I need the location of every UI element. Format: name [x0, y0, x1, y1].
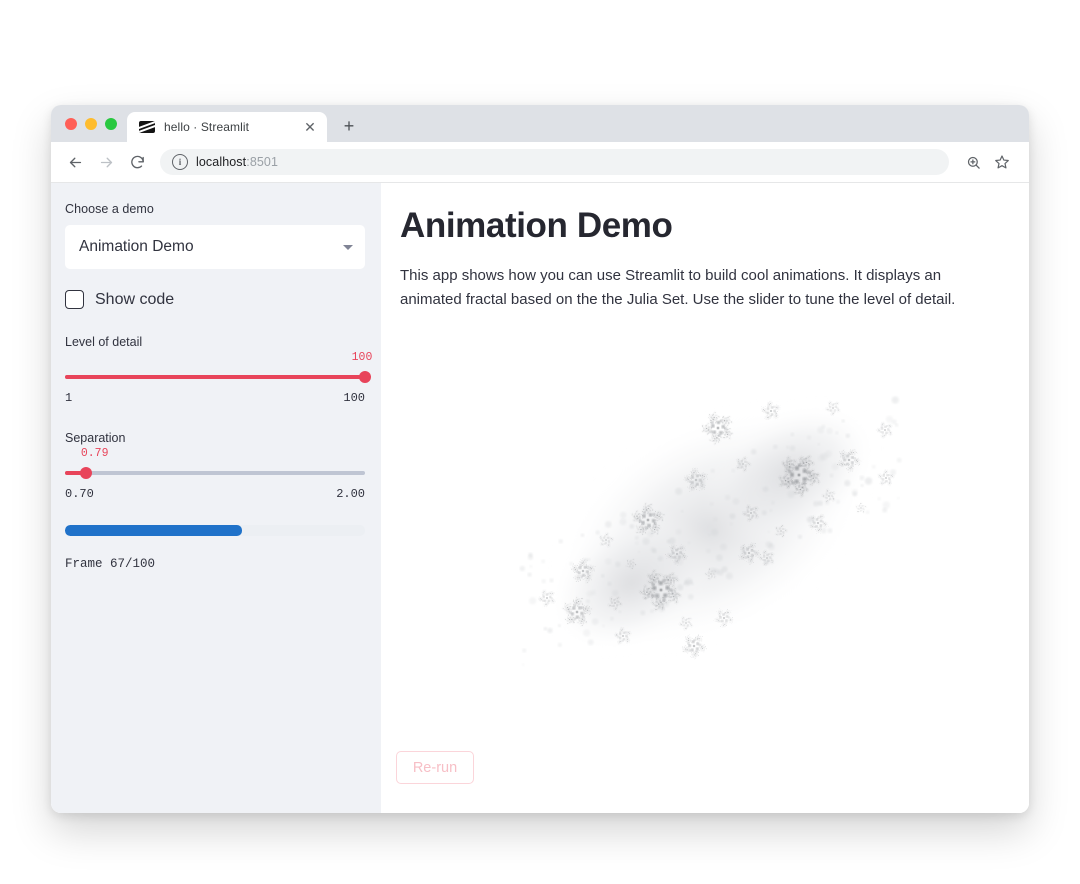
slider-level-of-detail: Level of detail 100 1 100 — [65, 335, 373, 405]
window-controls — [61, 105, 127, 142]
streamlit-favicon-icon — [139, 121, 155, 133]
maximize-window-button[interactable] — [105, 117, 117, 130]
url-text: localhost:8501 — [196, 155, 278, 169]
new-tab-button[interactable]: + — [336, 113, 362, 139]
slider-separation-track[interactable] — [65, 465, 365, 481]
slider-level-of-detail-label: Level of detail — [65, 335, 143, 349]
progress-bar-fill — [65, 525, 242, 536]
close-tab-icon[interactable]: ✕ — [301, 118, 319, 136]
julia-set-fractal — [481, 368, 941, 698]
browser-tabstrip: hello · Streamlit ✕ + — [51, 105, 1029, 142]
slider-separation-thumb[interactable] — [79, 467, 92, 479]
slider-min: 1 — [65, 391, 73, 405]
sidebar: Choose a demo Animation Demo Show code L… — [51, 183, 381, 813]
close-window-button[interactable] — [65, 117, 77, 130]
site-info-icon[interactable]: i — [172, 154, 188, 170]
slider-separation-label: Separation — [65, 431, 126, 445]
search-plus-icon[interactable] — [960, 149, 986, 175]
slider-max: 2.00 — [336, 487, 365, 501]
screenshot-stage: hello · Streamlit ✕ + i localhost:8501 C… — [0, 0, 1080, 884]
address-bar[interactable]: i localhost:8501 — [160, 149, 949, 175]
slider-max: 100 — [343, 391, 365, 405]
rerun-button[interactable]: Re-run — [396, 751, 474, 784]
tab-title: hello · Streamlit — [164, 120, 250, 134]
frame-counter-text: Frame 67/100 — [65, 557, 156, 571]
slider-track-fill — [65, 375, 365, 379]
slider-level-of-detail-value: 100 — [351, 351, 373, 364]
show-code-checkbox[interactable] — [65, 290, 84, 309]
browser-toolbar: i localhost:8501 — [51, 142, 1029, 183]
star-icon[interactable] — [989, 149, 1015, 175]
browser-tab[interactable]: hello · Streamlit ✕ — [127, 112, 327, 142]
slider-level-of-detail-value-row: 100 — [65, 351, 373, 367]
forward-button[interactable] — [92, 148, 120, 176]
slider-separation-minmax: 0.70 2.00 — [65, 487, 365, 501]
slider-separation-value-row: 0.79 — [65, 447, 365, 463]
streamlit-app: Choose a demo Animation Demo Show code L… — [51, 183, 1029, 813]
slider-level-of-detail-track[interactable] — [65, 369, 371, 385]
chevron-down-icon — [343, 244, 353, 250]
progress-bar — [65, 525, 365, 536]
slider-level-of-detail-minmax: 1 100 — [65, 391, 365, 405]
url-host: localhost — [196, 155, 247, 169]
back-button[interactable] — [61, 148, 89, 176]
choose-demo-label: Choose a demo — [65, 202, 154, 216]
slider-separation: Separation 0.79 0.70 2.00 — [65, 431, 365, 501]
page-title: Animation Demo — [400, 206, 673, 245]
minimize-window-button[interactable] — [85, 117, 97, 130]
slider-min: 0.70 — [65, 487, 94, 501]
main-content: Animation Demo This app shows how you ca… — [381, 183, 1029, 813]
reload-button[interactable] — [123, 148, 151, 176]
slider-separation-value: 0.79 — [80, 447, 109, 460]
url-port: :8501 — [246, 155, 279, 169]
page-description: This app shows how you can use Streamlit… — [400, 266, 956, 308]
browser-window: hello · Streamlit ✕ + i localhost:8501 C… — [51, 105, 1029, 813]
show-code-label: Show code — [95, 290, 175, 308]
slider-level-of-detail-thumb[interactable] — [359, 371, 371, 383]
demo-select[interactable]: Animation Demo — [65, 225, 365, 269]
slider-track-bg — [65, 471, 365, 475]
fractal-svg — [519, 396, 902, 666]
show-code-checkbox-row[interactable]: Show code — [65, 290, 365, 309]
demo-select-value: Animation Demo — [79, 238, 194, 255]
